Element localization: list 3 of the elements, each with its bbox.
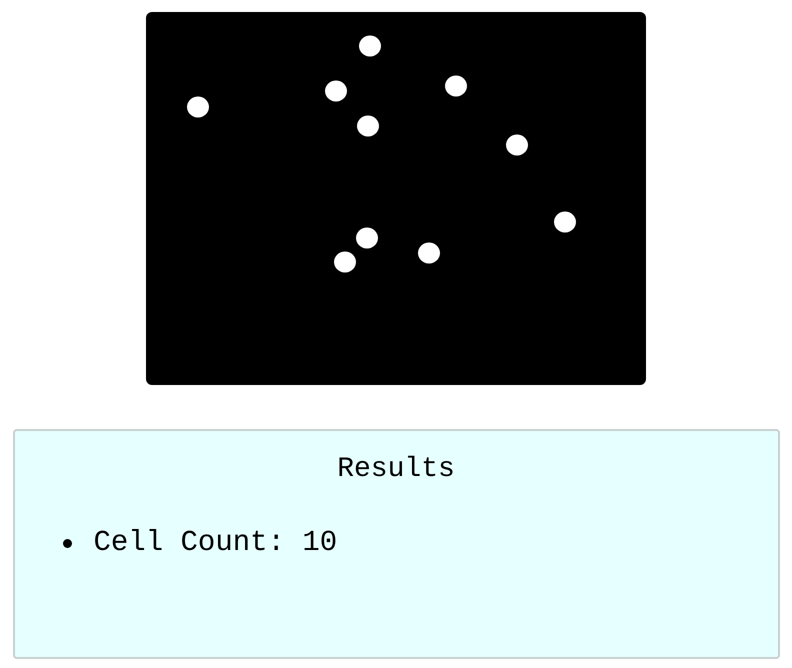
bullet-icon <box>62 538 72 548</box>
results-title: Results <box>337 453 455 487</box>
result-item: Cell Count: 10 <box>94 526 338 560</box>
